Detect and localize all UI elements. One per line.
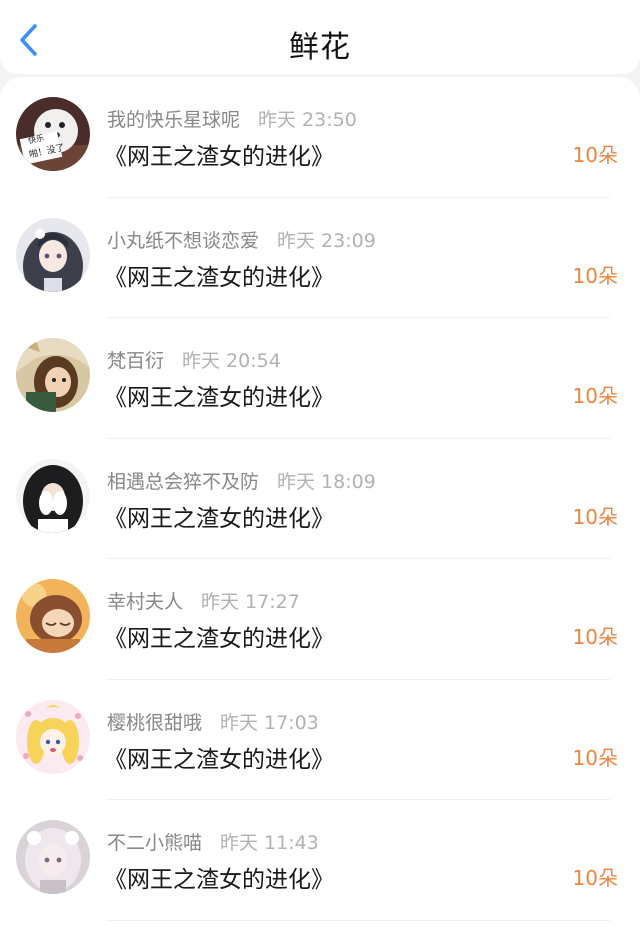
list-item[interactable]: 相遇总会猝不及防 昨天 18:09 《网王之渣女的进化》 10朵 bbox=[0, 439, 640, 559]
list-item[interactable]: 幸村夫人 昨天 17:27 《网王之渣女的进化》 10朵 bbox=[0, 559, 640, 680]
avatar[interactable] bbox=[16, 217, 90, 292]
list-item[interactable]: 快乐 啪！没了 我的快乐星球呢 昨天 23:50 《网王之渣女的进化》 10朵 bbox=[0, 77, 640, 198]
book-title[interactable]: 《网王之渣女的进化》 bbox=[104, 378, 334, 412]
book-title[interactable]: 《网王之渣女的进化》 bbox=[104, 860, 334, 894]
timestamp: 昨天 23:50 bbox=[258, 109, 357, 131]
list-item[interactable]: 梵百衍 昨天 20:54 《网王之渣女的进化》 10朵 bbox=[0, 318, 640, 439]
timestamp: 昨天 17:27 bbox=[201, 591, 300, 613]
book-title[interactable]: 《网王之渣女的进化》 bbox=[104, 258, 334, 292]
user-name[interactable]: 小丸纸不想谈恋爱 bbox=[107, 230, 259, 252]
user-name[interactable]: 不二小熊喵 bbox=[107, 832, 202, 854]
user-name[interactable]: 幸村夫人 bbox=[107, 591, 183, 613]
divider bbox=[107, 919, 610, 921]
user-name[interactable]: 我的快乐星球呢 bbox=[107, 109, 240, 131]
header-bar: 鲜花 bbox=[0, 0, 640, 74]
avatar[interactable] bbox=[16, 579, 90, 653]
timestamp: 昨天 20:54 bbox=[182, 350, 281, 372]
list-item[interactable]: 樱桃很甜哦 昨天 17:03 《网王之渣女的进化》 10朵 bbox=[0, 680, 640, 800]
book-title[interactable]: 《网王之渣女的进化》 bbox=[104, 499, 334, 533]
book-title[interactable]: 《网王之渣女的进化》 bbox=[104, 619, 334, 653]
list-item[interactable]: 不二小熊喵 昨天 11:43 《网王之渣女的进化》 10朵 bbox=[0, 800, 640, 921]
book-title[interactable]: 《网王之渣女的进化》 bbox=[104, 137, 334, 171]
timestamp: 昨天 23:09 bbox=[277, 229, 376, 252]
user-name[interactable]: 梵百衍 bbox=[107, 350, 164, 372]
timestamp: 昨天 17:03 bbox=[220, 711, 319, 734]
list-item[interactable]: 小丸纸不想谈恋爱 昨天 23:09 《网王之渣女的进化》 10朵 bbox=[0, 198, 640, 318]
avatar[interactable] bbox=[16, 458, 90, 533]
flower-count: 10朵 bbox=[572, 384, 618, 408]
avatar[interactable] bbox=[16, 699, 90, 774]
user-name[interactable]: 樱桃很甜哦 bbox=[107, 712, 202, 734]
flower-count: 10朵 bbox=[572, 745, 618, 770]
flower-count: 10朵 bbox=[572, 263, 618, 288]
page-title: 鲜花 bbox=[289, 30, 351, 65]
avatar[interactable]: 快乐 啪！没了 bbox=[16, 97, 90, 171]
user-name[interactable]: 相遇总会猝不及防 bbox=[107, 471, 259, 493]
avatar[interactable] bbox=[16, 820, 90, 894]
flower-count: 10朵 bbox=[572, 143, 618, 167]
book-title[interactable]: 《网王之渣女的进化》 bbox=[104, 740, 334, 774]
avatar[interactable] bbox=[16, 338, 90, 412]
flower-count: 10朵 bbox=[572, 625, 618, 649]
timestamp: 昨天 18:09 bbox=[277, 470, 376, 493]
flower-count: 10朵 bbox=[572, 866, 618, 890]
flower-list: 快乐 啪！没了 我的快乐星球呢昨天 23:50 《网王之渣女的进化》 10朵 bbox=[0, 77, 640, 930]
flower-count: 10朵 bbox=[572, 504, 618, 529]
timestamp: 昨天 11:43 bbox=[220, 832, 319, 854]
